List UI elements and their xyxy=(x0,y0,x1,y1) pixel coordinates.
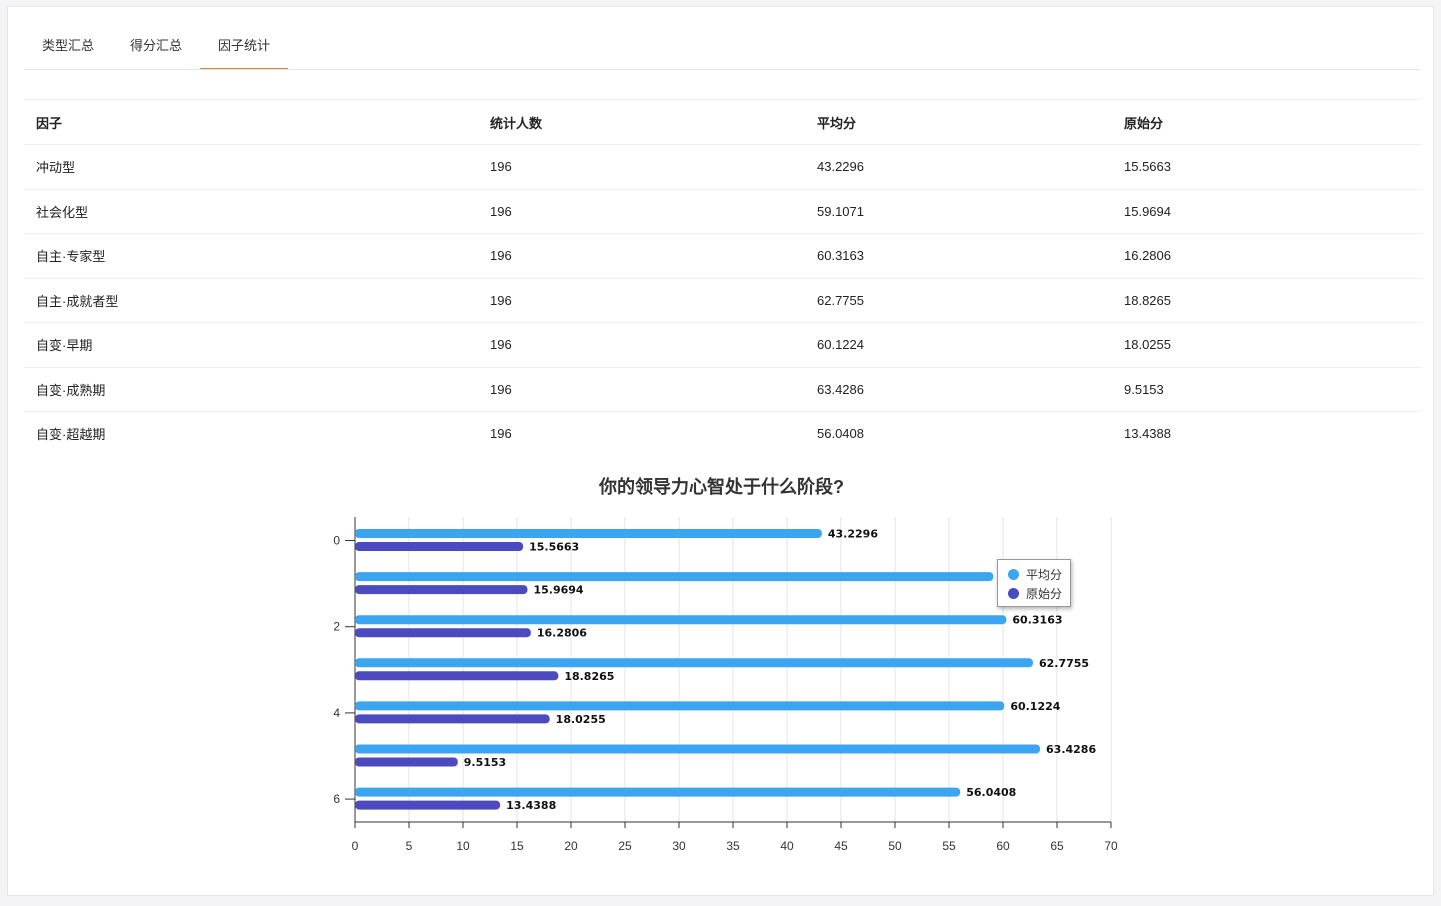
x-tick-label: 50 xyxy=(888,839,902,853)
legend-swatch-average xyxy=(1008,569,1019,580)
legend-label-average: 平均分 xyxy=(1026,568,1063,582)
bar-average xyxy=(355,615,1007,625)
data-label: 9.5153 xyxy=(464,756,506,769)
legend-item-average[interactable]: 平均分 xyxy=(1008,566,1062,583)
x-tick-label: 35 xyxy=(726,839,740,853)
bar-average xyxy=(355,701,1005,711)
x-tick-label: 40 xyxy=(780,839,794,853)
data-label: 43.2296 xyxy=(828,528,878,541)
data-label: 63.4286 xyxy=(1046,743,1096,756)
legend-item-raw[interactable]: 原始分 xyxy=(1008,585,1062,602)
x-tick-label: 0 xyxy=(352,839,359,853)
x-tick-label: 20 xyxy=(564,839,578,853)
bar-raw xyxy=(355,585,528,595)
legend-swatch-raw xyxy=(1008,588,1019,599)
y-tick-label: 6 xyxy=(333,792,340,806)
bar-chart: 0 5 10 15 20 25 30 35 40 45 50 55 60 65 70 0 2 4 6 43.2296 1… xyxy=(333,517,1118,853)
x-tick-label: 25 xyxy=(618,839,632,853)
data-label: 60.1224 xyxy=(1010,700,1060,713)
x-tick-label: 30 xyxy=(672,839,686,853)
bar-average xyxy=(355,787,961,797)
x-tick-label: 5 xyxy=(406,839,413,853)
data-label: 15.5663 xyxy=(529,541,579,554)
data-label: 60.3163 xyxy=(1012,614,1062,627)
chart-legend[interactable]: 平均分 原始分 xyxy=(997,559,1071,607)
x-tick-label: 45 xyxy=(834,839,848,853)
data-label: 56.0408 xyxy=(966,786,1016,799)
x-tick-label: 55 xyxy=(942,839,956,853)
bar-average xyxy=(355,658,1033,668)
x-tick-label: 10 xyxy=(456,839,470,853)
data-label: 62.7755 xyxy=(1039,657,1089,670)
data-label: 18.0255 xyxy=(556,713,606,726)
legend-label-raw: 原始分 xyxy=(1026,587,1063,601)
factor-stats-card: 类型汇总 得分汇总 因子统计 因子 统计人数 平均分 原始分 冲动型 196 4… xyxy=(7,6,1434,896)
y-tick-label: 2 xyxy=(333,620,340,634)
bar-raw xyxy=(355,542,524,551)
data-label: 13.4388 xyxy=(506,799,556,812)
bar-raw xyxy=(355,800,501,810)
bar-raw xyxy=(355,714,550,724)
data-label: 16.2806 xyxy=(537,627,587,640)
bar-average xyxy=(355,572,994,582)
data-label: 18.8265 xyxy=(564,670,614,683)
x-tick-label: 65 xyxy=(1050,839,1064,853)
y-tick-label: 4 xyxy=(333,706,340,720)
data-label: 15.9694 xyxy=(533,584,583,597)
x-tick-label: 70 xyxy=(1104,839,1118,853)
x-tick-label: 15 xyxy=(510,839,524,853)
bar-raw xyxy=(355,757,458,767)
bar-raw xyxy=(355,628,531,638)
bar-average xyxy=(355,529,822,538)
bar-raw xyxy=(355,671,559,681)
x-tick-label: 60 xyxy=(996,839,1010,853)
bar-average xyxy=(355,744,1041,754)
y-tick-label: 0 xyxy=(333,534,340,548)
